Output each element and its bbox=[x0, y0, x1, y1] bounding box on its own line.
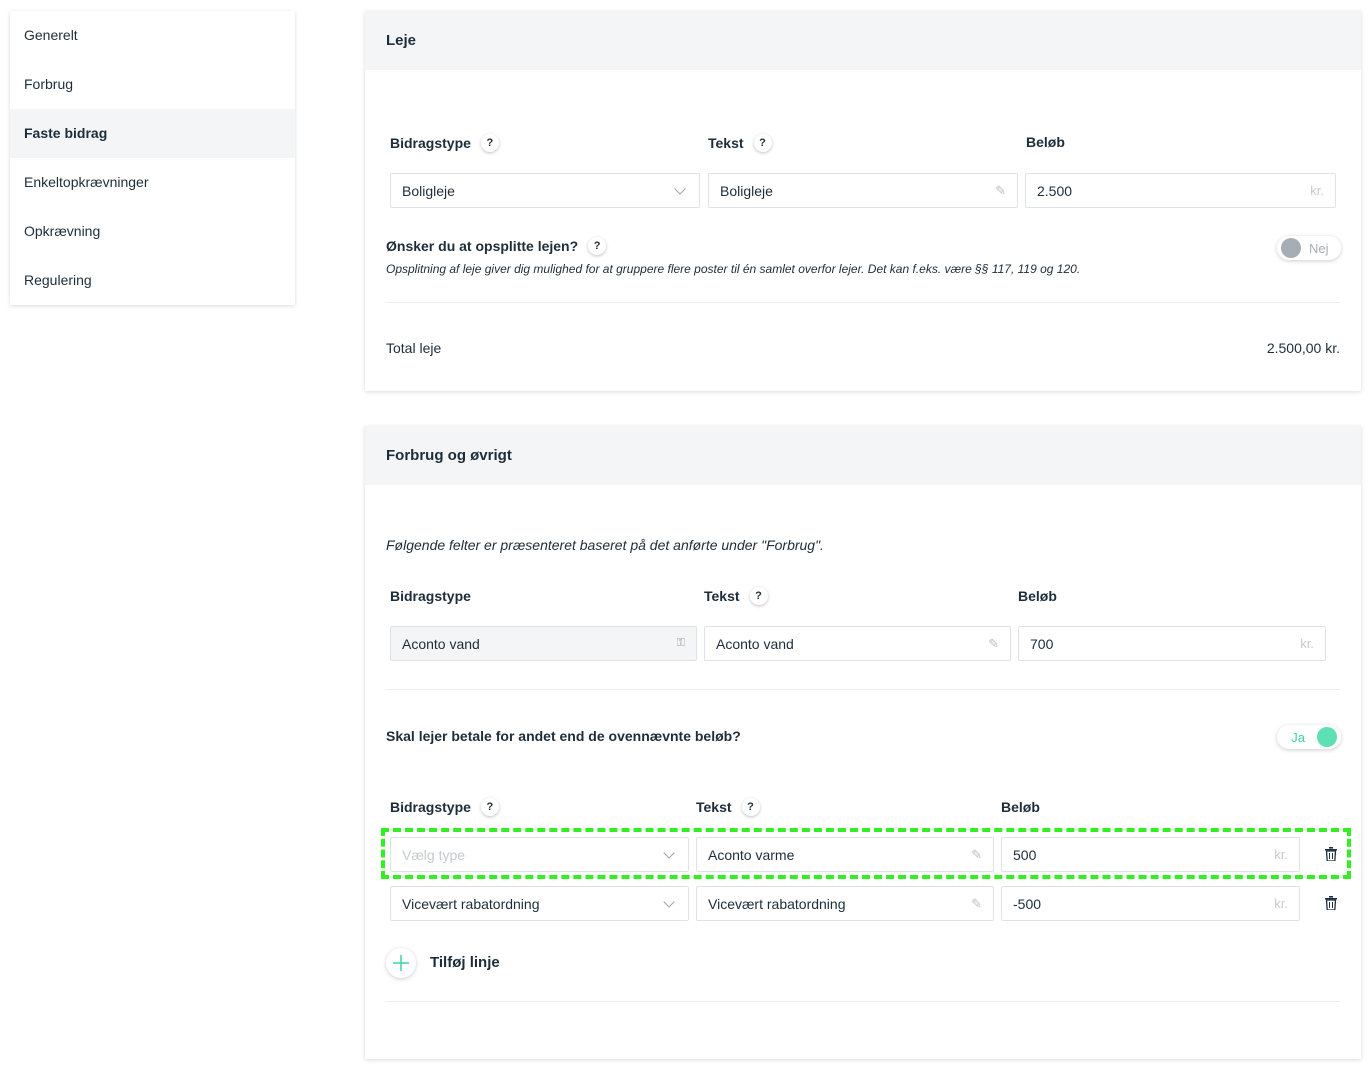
lock-icon: ⚿ bbox=[676, 637, 685, 649]
extra-row-1-type-select[interactable]: Vælg type bbox=[390, 837, 689, 872]
consumption-type-label: Bidragstype bbox=[390, 588, 471, 604]
help-icon[interactable]: ? bbox=[480, 798, 499, 816]
rent-type-label-text: Bidragstype bbox=[390, 135, 471, 151]
rent-amount-input[interactable]: 2.500 kr. bbox=[1025, 173, 1336, 208]
consumption-text-value: Aconto vand bbox=[716, 635, 794, 652]
extra-row-2-type-value: Vicevært rabatordning bbox=[402, 895, 540, 912]
extra-row-1-amount-input[interactable]: 500 kr. bbox=[1001, 837, 1300, 872]
extra-amount-label: Beløb bbox=[1001, 799, 1040, 815]
rent-card-title: Leje bbox=[365, 11, 1361, 70]
pencil-icon: ✎ bbox=[995, 182, 1006, 198]
consumption-amount-value: 700 bbox=[1030, 635, 1054, 652]
split-question-text: Ønsker du at opsplitte lejen? bbox=[386, 238, 579, 254]
sidebar-item-enkeltopkraevninger[interactable]: Enkeltopkrævninger bbox=[10, 158, 295, 207]
rent-text-label-text: Tekst bbox=[708, 135, 744, 151]
extra-row-2-text-input[interactable]: Vicevært rabatordning ✎ bbox=[696, 886, 994, 921]
extra-row-2-amount-input[interactable]: -500 kr. bbox=[1001, 886, 1300, 921]
currency-unit: kr. bbox=[1274, 896, 1288, 911]
split-toggle-label: Nej bbox=[1309, 240, 1329, 256]
rent-text-input[interactable]: Boligleje ✎ bbox=[708, 173, 1018, 208]
chevron-down-icon bbox=[663, 846, 675, 859]
consumption-text-label: Tekst ? bbox=[704, 587, 768, 605]
other-question: Skal lejer betale for andet end de ovenn… bbox=[386, 728, 741, 744]
add-line-label[interactable]: Tilføj linje bbox=[430, 954, 500, 971]
rent-type-select[interactable]: Boligleje bbox=[390, 173, 700, 208]
pencil-icon: ✎ bbox=[971, 895, 982, 911]
consumption-amount-label: Beløb bbox=[1018, 588, 1057, 604]
toggle-knob bbox=[1281, 238, 1301, 258]
total-rent-label: Total leje bbox=[386, 340, 442, 356]
extra-row-2-type-select[interactable]: Vicevært rabatordning bbox=[390, 886, 689, 921]
rent-type-label: Bidragstype ? bbox=[390, 134, 499, 152]
chevron-down-icon bbox=[674, 182, 686, 195]
divider bbox=[386, 302, 1340, 303]
consumption-type-value: Aconto vand bbox=[402, 635, 480, 652]
extra-row-1-text-value: Aconto varme bbox=[708, 846, 795, 863]
extra-row-2-amount-value: -500 bbox=[1013, 895, 1042, 912]
consumption-type-select: Aconto vand ⚿ bbox=[390, 626, 697, 661]
help-icon[interactable]: ? bbox=[480, 134, 499, 152]
other-toggle-label: Ja bbox=[1291, 729, 1305, 745]
help-icon[interactable]: ? bbox=[753, 134, 772, 152]
consumption-card-title: Forbrug og øvrigt bbox=[365, 426, 1361, 485]
sidebar-item-opkraevning[interactable]: Opkrævning bbox=[10, 207, 295, 256]
chevron-down-icon bbox=[663, 895, 675, 908]
currency-unit: kr. bbox=[1310, 183, 1324, 198]
help-icon[interactable]: ? bbox=[749, 587, 768, 605]
extra-row-1-text-input[interactable]: Aconto varme ✎ bbox=[696, 837, 994, 872]
extra-row-2-text-value: Vicevært rabatordning bbox=[708, 895, 846, 912]
pencil-icon: ✎ bbox=[971, 846, 982, 862]
sidebar-item-generelt[interactable]: Generelt bbox=[10, 11, 295, 60]
rent-text-value: Boligleje bbox=[720, 182, 773, 199]
help-icon[interactable]: ? bbox=[741, 798, 760, 816]
rent-amount-label: Beløb bbox=[1026, 134, 1065, 150]
currency-unit: kr. bbox=[1274, 847, 1288, 862]
currency-unit: kr. bbox=[1300, 636, 1314, 651]
rent-type-value: Boligleje bbox=[402, 182, 455, 199]
consumption-amount-input[interactable]: 700 kr. bbox=[1018, 626, 1326, 661]
other-toggle[interactable]: Ja bbox=[1277, 725, 1341, 749]
help-icon[interactable]: ? bbox=[588, 237, 607, 255]
split-note: Opsplitning af leje giver dig mulighed f… bbox=[386, 262, 1081, 276]
divider bbox=[386, 689, 1340, 690]
sidebar-nav: Generelt Forbrug Faste bidrag Enkeltopkr… bbox=[10, 11, 295, 305]
toggle-knob bbox=[1317, 727, 1337, 747]
sidebar-item-regulering[interactable]: Regulering bbox=[10, 256, 295, 305]
split-question: Ønsker du at opsplitte lejen? ? bbox=[386, 237, 607, 255]
split-toggle[interactable]: Nej bbox=[1277, 236, 1341, 260]
extra-row-1-amount-value: 500 bbox=[1013, 846, 1037, 863]
consumption-text-label-text: Tekst bbox=[704, 588, 740, 604]
consumption-note: Følgende felter er præsenteret baseret p… bbox=[386, 537, 824, 553]
trash-icon[interactable] bbox=[1325, 896, 1337, 910]
add-line-button[interactable] bbox=[386, 948, 416, 978]
trash-icon[interactable] bbox=[1325, 847, 1337, 861]
sidebar-item-faste-bidrag[interactable]: Faste bidrag bbox=[10, 109, 295, 158]
sidebar-item-forbrug[interactable]: Forbrug bbox=[10, 60, 295, 109]
rent-text-label: Tekst ? bbox=[708, 134, 772, 152]
extra-type-label-text: Bidragstype bbox=[390, 799, 471, 815]
extra-text-label: Tekst ? bbox=[696, 798, 760, 816]
rent-amount-value: 2.500 bbox=[1037, 182, 1073, 199]
total-rent-value: 2.500,00 kr. bbox=[1266, 340, 1340, 356]
consumption-text-input[interactable]: Aconto vand ✎ bbox=[704, 626, 1011, 661]
extra-text-label-text: Tekst bbox=[696, 799, 732, 815]
type-placeholder: Vælg type bbox=[402, 846, 466, 863]
extra-type-label: Bidragstype ? bbox=[390, 798, 499, 816]
divider bbox=[386, 1001, 1340, 1002]
pencil-icon: ✎ bbox=[988, 635, 999, 651]
plus-icon bbox=[393, 955, 409, 971]
